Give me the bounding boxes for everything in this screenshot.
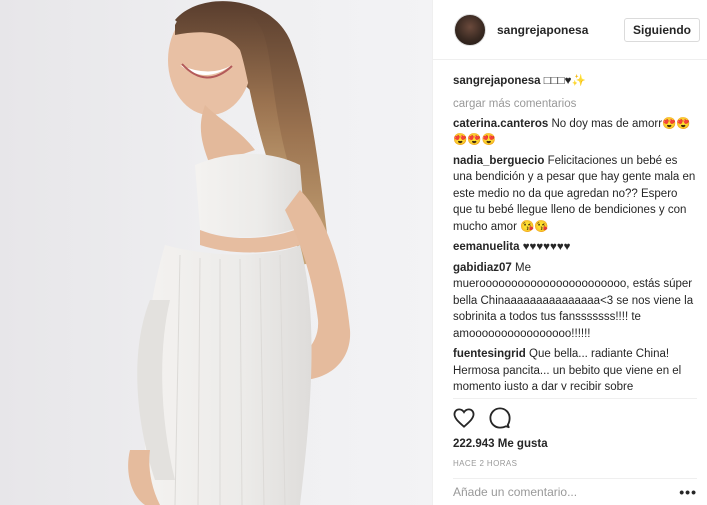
comment-composer: Añade un comentario... ••• <box>453 478 697 505</box>
caption-username[interactable]: sangrejaponesa <box>453 75 541 87</box>
likes-count[interactable]: 222.943 Me gusta <box>453 438 697 450</box>
comment-username[interactable]: nadia_berguecio <box>453 155 544 167</box>
comment: caterina.canteros No doy mas de amorr😍😍😍… <box>453 116 697 149</box>
photo-illustration <box>128 1 351 505</box>
caption-text: □□□♥✨ <box>543 75 586 87</box>
caption: sangrejaponesa □□□♥✨ <box>453 73 697 90</box>
avatar[interactable] <box>454 13 486 46</box>
following-button[interactable]: Siguiendo <box>624 17 700 42</box>
comment: nadia_berguecio Felicitaciones un bebé e… <box>453 153 697 236</box>
comment-input[interactable]: Añade un comentario... <box>453 485 679 499</box>
comment-username[interactable]: gabidiaz07 <box>453 262 512 274</box>
post-actions: 222.943 Me gusta HACE 2 HORAS <box>453 398 697 468</box>
more-options-icon[interactable]: ••• <box>679 484 697 500</box>
comment-username[interactable]: caterina.canteros <box>453 118 548 130</box>
comment: fuentesingrid Que bella... radiante Chin… <box>453 346 697 390</box>
action-icons <box>453 405 697 433</box>
comment: eemanuelita ♥♥♥♥♥♥♥ <box>453 239 697 256</box>
heart-icon[interactable] <box>453 407 475 431</box>
author-username[interactable]: sangrejaponesa <box>497 23 624 37</box>
comments-list: sangrejaponesa □□□♥✨ cargar más comentar… <box>433 60 707 390</box>
post-timestamp: HACE 2 HORAS <box>453 459 518 468</box>
post-photo <box>0 0 432 505</box>
comment: gabidiaz07 Me mueroooooooooooooooooooooo… <box>453 260 697 343</box>
comment-text: ♥♥♥♥♥♥♥ <box>522 241 571 253</box>
post-header: sangrejaponesa Siguiendo <box>433 0 707 60</box>
post-modal: sangrejaponesa Siguiendo sangrejaponesa … <box>0 0 707 505</box>
comment-icon[interactable] <box>489 406 511 432</box>
load-more-comments[interactable]: cargar más comentarios <box>453 98 697 110</box>
comment-username[interactable]: eemanuelita <box>453 241 519 253</box>
comment-username[interactable]: fuentesingrid <box>453 348 526 360</box>
post-sidebar: sangrejaponesa Siguiendo sangrejaponesa … <box>432 0 707 505</box>
